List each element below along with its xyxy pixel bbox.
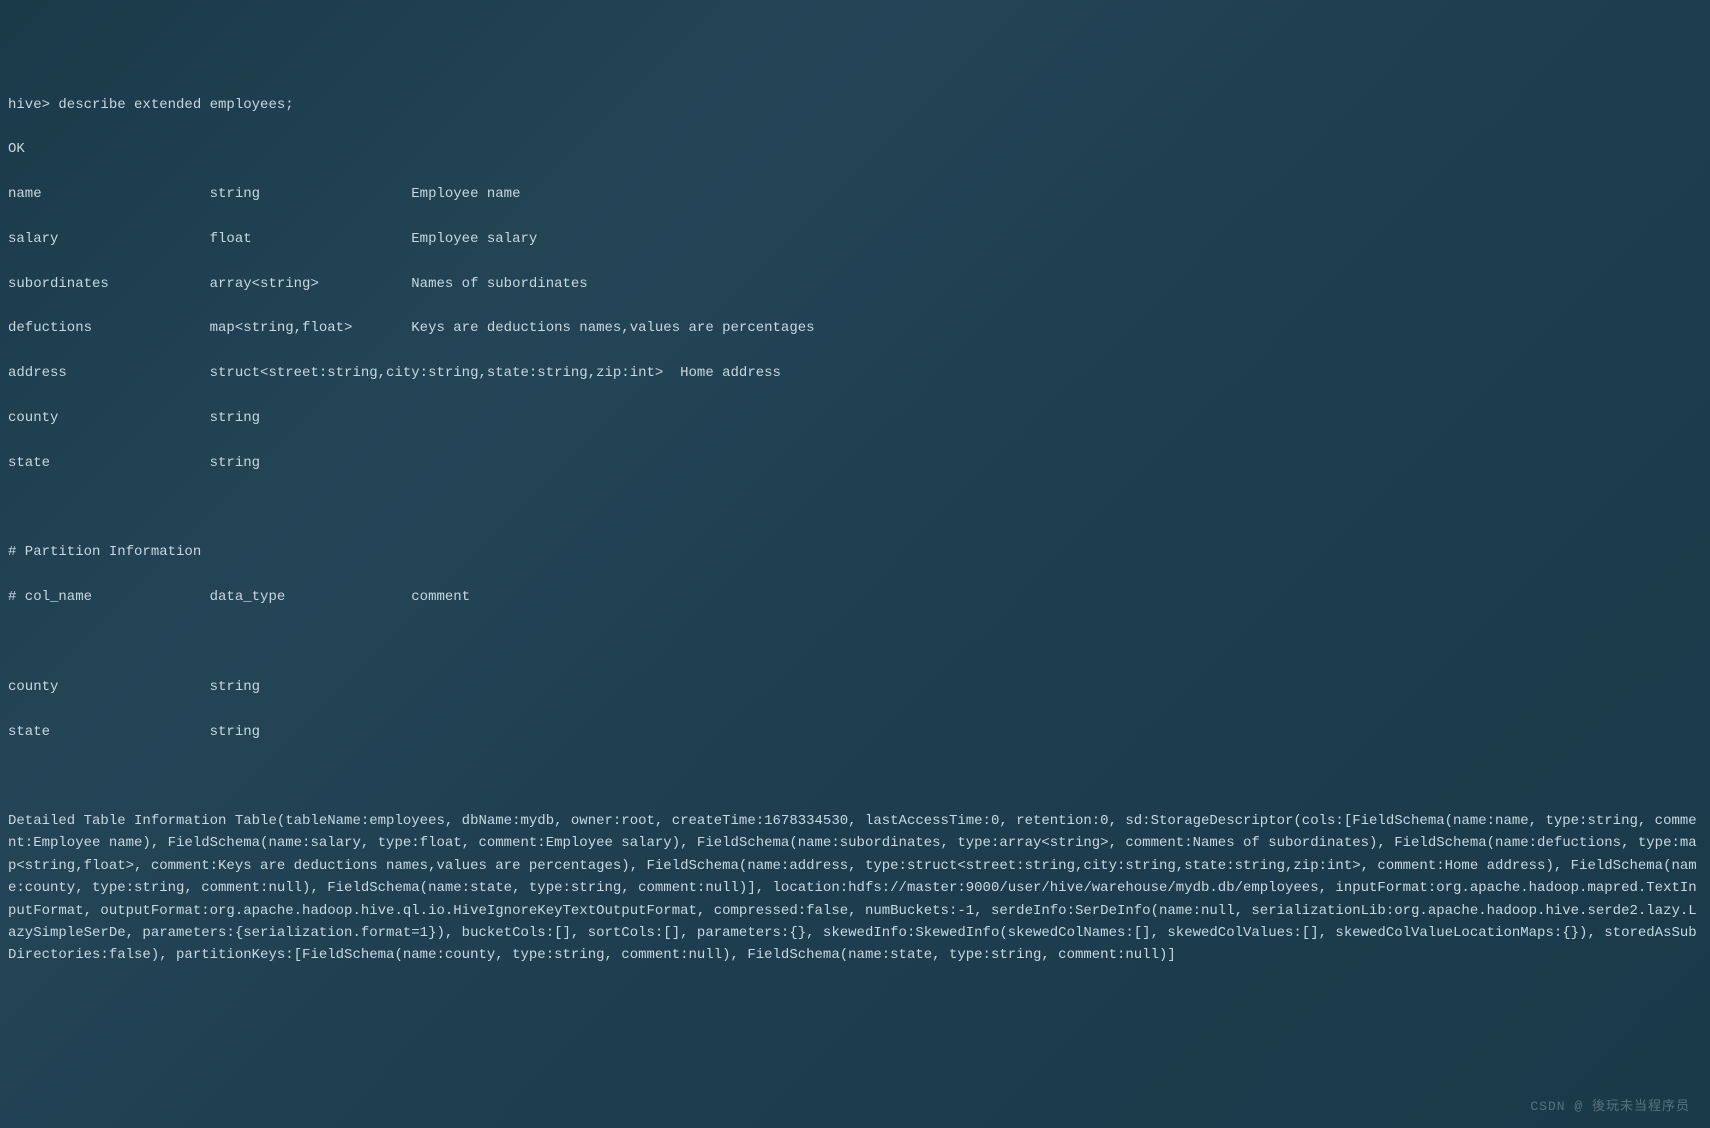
blank-line	[8, 765, 1702, 787]
column-row: defuctions map<string,float> Keys are de…	[8, 317, 1702, 339]
blank-line	[8, 497, 1702, 519]
column-row: state string	[8, 452, 1702, 474]
column-row: address struct<street:string,city:string…	[8, 362, 1702, 384]
blank-line	[8, 631, 1702, 653]
column-row: subordinates array<string> Names of subo…	[8, 273, 1702, 295]
partition-col-header: # col_name data_type comment	[8, 586, 1702, 608]
partition-row: county string	[8, 676, 1702, 698]
partition-row: state string	[8, 721, 1702, 743]
detailed-table-info: Detailed Table Information Table(tableNa…	[8, 810, 1702, 967]
partition-info-header: # Partition Information	[8, 541, 1702, 563]
ok-line: OK	[8, 138, 1702, 160]
csdn-watermark: CSDN @ 後玩未当程序员	[1530, 1097, 1690, 1118]
column-row: salary float Employee salary	[8, 228, 1702, 250]
column-row: county string	[8, 407, 1702, 429]
column-row: name string Employee name	[8, 183, 1702, 205]
hive-prompt-line: hive> describe extended employees;	[8, 94, 1702, 116]
